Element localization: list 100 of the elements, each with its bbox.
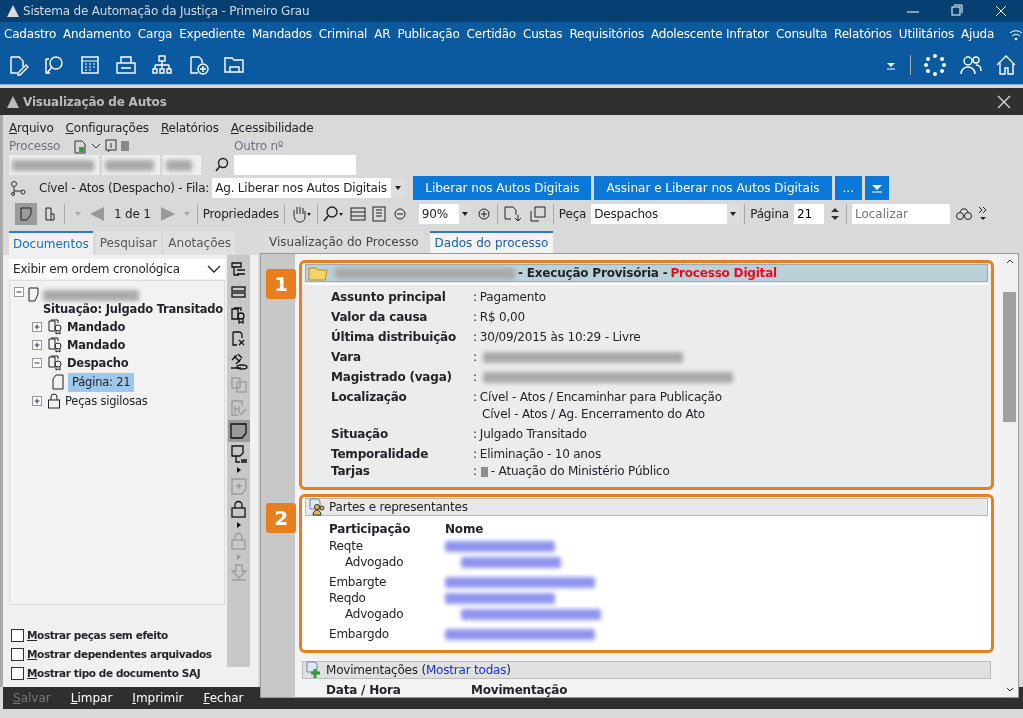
field-label: Página	[750, 206, 789, 223]
menu-item[interactable]: Acessibilidade	[230, 119, 314, 137]
lock-icon[interactable]	[228, 499, 249, 519]
menu-item[interactable]: Expediente	[179, 24, 245, 43]
status-icon	[120, 140, 131, 152]
menu-item[interactable]: Relatórios	[834, 24, 892, 43]
field-label: Magistrado (vaga)	[331, 369, 453, 386]
tree-item[interactable]: Página: 21	[68, 372, 135, 392]
page-field[interactable]: 21	[793, 204, 824, 224]
info-icon[interactable]	[105, 139, 118, 153]
tree-item[interactable]: Peças sigilosas	[65, 392, 148, 410]
footer-button[interactable]: Fechar	[195, 689, 252, 707]
collapse-icon[interactable]	[14, 287, 25, 298]
checkbox-option[interactable]: Mostrar peças sem efeito	[11, 626, 225, 645]
zoom-dropdown[interactable]: 90%	[418, 204, 471, 224]
menu-item[interactable]: Custas	[523, 24, 563, 43]
fit-page-icon[interactable]	[370, 206, 387, 222]
menu-item[interactable]: Consulta	[776, 24, 828, 43]
input-field[interactable]	[234, 155, 356, 175]
menu-item[interactable]: Cadastro	[4, 24, 57, 43]
field-label: Última distribuição	[331, 329, 457, 346]
rotate-page-icon[interactable]	[42, 206, 56, 222]
menu-item[interactable]: Requisitórios	[569, 24, 644, 43]
input-field[interactable]	[163, 155, 201, 175]
menu-item[interactable]: Ajuda	[961, 24, 995, 43]
field-label: Processo	[9, 138, 61, 155]
field-label: Tarjas	[331, 463, 371, 480]
input-field[interactable]	[102, 155, 160, 175]
show-all-link[interactable]: Mostrar todas	[425, 663, 507, 677]
status-text: Processo Digital	[670, 265, 777, 282]
action-button[interactable]: Liberar nos Autos Digitais	[413, 176, 592, 200]
tab[interactable]: Documentos	[9, 231, 93, 255]
zoom-out-icon[interactable]	[391, 206, 408, 222]
order-dropdown[interactable]: Exibir em ordem cronológica	[9, 259, 225, 279]
tab[interactable]: Pesquisar	[95, 231, 162, 255]
binoculars-icon[interactable]	[954, 207, 973, 221]
expand-icon[interactable]	[32, 395, 43, 407]
caret-icon	[235, 521, 242, 529]
note-icon[interactable]	[228, 421, 249, 441]
field-label: Outro nº	[234, 138, 285, 155]
field-value: 30/09/2015 às 10:29 - Livre	[479, 329, 641, 346]
dropdown-button[interactable]	[864, 176, 889, 200]
tree-item[interactable]: Mandado	[67, 336, 126, 354]
checkbox-option[interactable]: Mostrar dependentes arquivados	[11, 645, 225, 664]
gavel-icon[interactable]	[228, 352, 249, 372]
callout-badge: 1	[266, 269, 296, 299]
field-value: Pagamento	[479, 289, 546, 306]
checkbox-option[interactable]: Mostrar tipo de documento SAJ	[11, 664, 225, 683]
zoom-icon[interactable]	[322, 205, 345, 223]
caret-icon	[235, 466, 242, 474]
tree-item[interactable]: Despacho	[67, 354, 129, 372]
party-role: Reqdo	[329, 590, 367, 607]
properties-button[interactable]: Propriedades	[202, 205, 279, 223]
field-label: Vara	[331, 349, 362, 366]
note-tree-icon[interactable]	[228, 444, 249, 464]
menu-item[interactable]: Adolescente Infrator	[651, 24, 770, 43]
menu-item[interactable]: Mandados	[251, 24, 312, 43]
section-title: Partes e representantes	[329, 499, 468, 516]
search-icon[interactable]	[214, 157, 230, 173]
document-type-dropdown[interactable]: Despachos	[591, 204, 740, 224]
expand-icon[interactable]	[32, 339, 43, 351]
action-button[interactable]: Assinar e Liberar nos Autos Digitais	[594, 176, 832, 200]
search-field[interactable]: Localizar	[851, 204, 950, 224]
section-title: Movimentações (Mostrar todas)	[326, 662, 511, 679]
hierarchy-icon[interactable]	[150, 52, 174, 77]
menu-item[interactable]: Certidão	[466, 24, 516, 43]
document-icon[interactable]	[73, 138, 88, 154]
input-field[interactable]	[9, 155, 99, 175]
tree-item[interactable]: Mandado	[67, 318, 126, 336]
fit-width-icon[interactable]	[349, 206, 366, 222]
menu-item[interactable]: Publicação	[397, 24, 460, 43]
menu-item[interactable]: AR	[374, 24, 391, 43]
menu-item[interactable]: Arquivo	[9, 119, 54, 137]
menu-item[interactable]: Configurações	[65, 119, 149, 137]
certificate-icon	[47, 319, 63, 336]
menu-item[interactable]: Relatórios	[160, 119, 219, 137]
tab[interactable]: Dados do processo	[429, 231, 554, 253]
menu-item[interactable]: Andamento	[63, 24, 131, 43]
action-button[interactable]: ...	[834, 176, 862, 200]
movements-icon	[305, 661, 323, 679]
page-icon	[52, 374, 64, 391]
footer-button[interactable]: Imprimir	[124, 689, 192, 707]
caret-icon	[729, 211, 738, 217]
party-role: Advogado	[344, 554, 405, 571]
expand-icon[interactable]	[32, 321, 43, 333]
field-value: Cível - Atos / Ag. Encerramento do Ato	[482, 406, 705, 423]
more-icon[interactable]	[977, 205, 988, 223]
menu-item[interactable]: Carga	[137, 24, 173, 43]
queue-dropdown[interactable]: Ag. Liberar nos Autos Digitais	[212, 178, 406, 198]
field-value: Eliminação - 10 anos	[479, 446, 601, 463]
menu-item[interactable]: Utilitários	[898, 24, 955, 43]
collapse-icon[interactable]	[32, 357, 43, 369]
caret-icon	[460, 211, 469, 217]
zoom-in-icon[interactable]	[475, 206, 492, 222]
tab[interactable]: Anotações	[164, 231, 236, 255]
page-counter: 1 de 1	[114, 206, 151, 223]
footer-button[interactable]: Limpar	[62, 689, 121, 707]
menu-item[interactable]: Criminal	[318, 24, 368, 43]
scrollbar-thumb[interactable]	[1003, 292, 1016, 422]
insert-page-icon[interactable]	[502, 205, 523, 223]
